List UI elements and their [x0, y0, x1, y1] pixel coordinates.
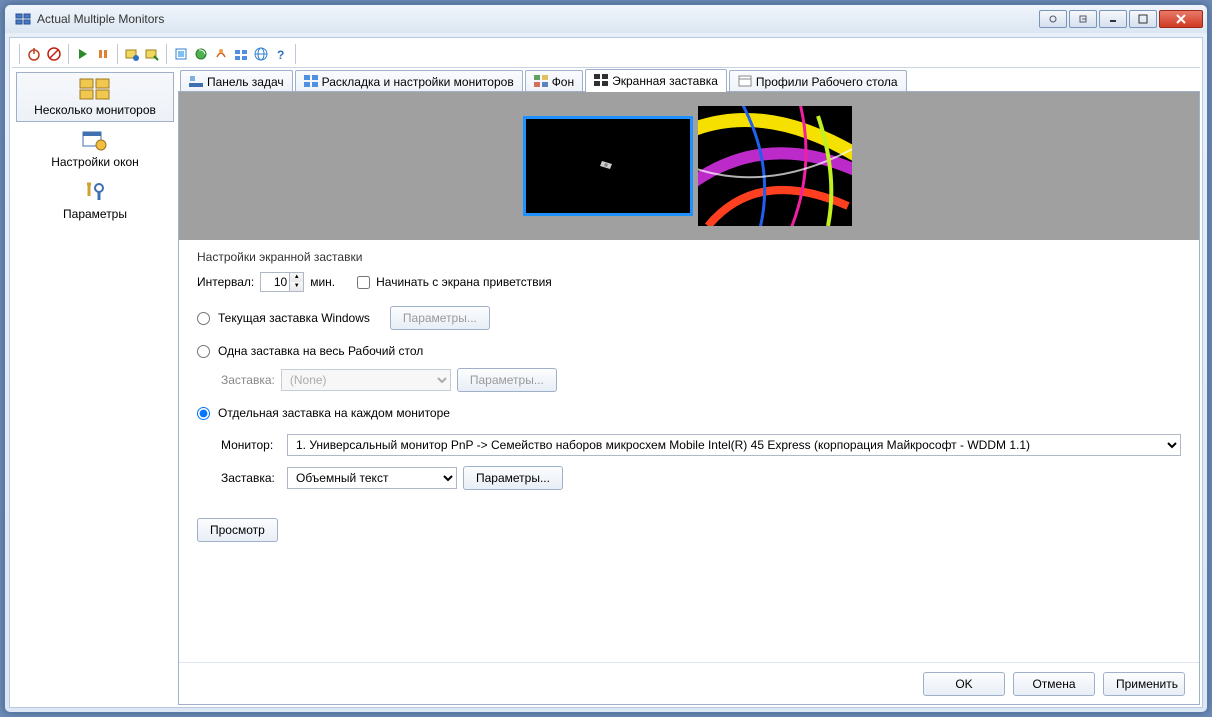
- windows-icon: [79, 129, 111, 153]
- dialog-buttons: OK Отмена Применить: [179, 662, 1199, 704]
- tab-screensaver[interactable]: Экранная заставка: [585, 69, 727, 92]
- tab-label: Экранная заставка: [612, 74, 718, 88]
- tab-background[interactable]: Фон: [525, 70, 583, 92]
- window-body: ? Несколько мониторов Настройки окон Пар…: [9, 37, 1203, 708]
- preview-button[interactable]: Просмотр: [197, 518, 278, 542]
- close-button[interactable]: [1159, 10, 1203, 28]
- tab-content: Настройки экранной заставки Интервал: ▲▼…: [178, 91, 1200, 705]
- power-icon[interactable]: [25, 45, 43, 63]
- welcome-label: Начинать с экрана приветствия: [376, 275, 552, 289]
- monitor-preview-2[interactable]: [698, 106, 852, 226]
- group-label: Настройки экранной заставки: [197, 250, 1181, 264]
- monitor-row: Монитор: 1. Универсальный монитор PnP ->…: [221, 434, 1181, 456]
- window-title: Actual Multiple Monitors: [37, 12, 1037, 26]
- app-window: Actual Multiple Monitors ?: [4, 4, 1208, 713]
- tab-profiles[interactable]: Профили Рабочего стола: [729, 70, 907, 92]
- maximize-button[interactable]: [1129, 10, 1157, 28]
- radio-single[interactable]: [197, 345, 210, 358]
- profiles-icon: [738, 75, 752, 89]
- nav-window-settings[interactable]: Настройки окон: [16, 124, 174, 174]
- radio-current[interactable]: [197, 312, 210, 325]
- per-monitor-saver-select[interactable]: Объемный текст: [287, 467, 457, 489]
- tools-icon: [79, 181, 111, 205]
- window-controls: [1037, 10, 1203, 28]
- layout-icon: [304, 75, 318, 89]
- tool-icon-2[interactable]: [143, 45, 161, 63]
- radio-per-monitor-label: Отдельная заставка на каждом мониторе: [218, 406, 450, 420]
- tool-icon-4[interactable]: [192, 45, 210, 63]
- screensaver-icon: [594, 74, 608, 88]
- params-button-single[interactable]: Параметры...: [457, 368, 557, 392]
- single-saver-row: Заставка: (None) Параметры...: [221, 368, 1181, 392]
- tab-label: Раскладка и настройки мониторов: [322, 75, 514, 89]
- nav-options[interactable]: Параметры: [16, 176, 174, 226]
- apply-button[interactable]: Применить: [1103, 672, 1185, 696]
- saver-label-disabled: Заставка:: [221, 373, 275, 387]
- single-saver-select[interactable]: (None): [281, 369, 451, 391]
- app-icon: [15, 11, 31, 27]
- tab-layout[interactable]: Раскладка и настройки мониторов: [295, 70, 523, 92]
- left-nav: Несколько мониторов Настройки окон Парам…: [12, 68, 178, 705]
- minimize-button[interactable]: [1099, 10, 1127, 28]
- interval-label: Интервал:: [197, 275, 254, 289]
- settings-panel: Настройки экранной заставки Интервал: ▲▼…: [179, 240, 1199, 662]
- background-icon: [534, 75, 548, 89]
- nav-label: Параметры: [63, 207, 127, 221]
- nav-label: Настройки окон: [51, 155, 139, 169]
- titlebar[interactable]: Actual Multiple Monitors: [5, 5, 1207, 33]
- cancel-button[interactable]: Отмена: [1013, 672, 1095, 696]
- main-area: Несколько мониторов Настройки окон Парам…: [12, 68, 1200, 705]
- tab-label: Фон: [552, 75, 574, 89]
- extra-button-2[interactable]: [1069, 10, 1097, 28]
- tab-label: Панель задач: [207, 75, 284, 89]
- content-area: Панель задач Раскладка и настройки монит…: [178, 68, 1200, 705]
- monitors-icon: [79, 77, 111, 101]
- radio-current-row: Текущая заставка Windows Параметры...: [197, 306, 1181, 330]
- svg-text:?: ?: [277, 48, 284, 61]
- tool-icon-1[interactable]: [123, 45, 141, 63]
- play-icon[interactable]: [74, 45, 92, 63]
- interval-row: Интервал: ▲▼ мин. Начинать с экрана прив…: [197, 272, 1181, 292]
- tool-icon-5[interactable]: [212, 45, 230, 63]
- interval-spinner[interactable]: ▲▼: [290, 272, 304, 292]
- extra-button-1[interactable]: [1039, 10, 1067, 28]
- monitor-preview-1[interactable]: [526, 119, 690, 213]
- radio-current-label: Текущая заставка Windows: [218, 311, 370, 325]
- interval-unit: мин.: [310, 275, 335, 289]
- nav-multiple-monitors[interactable]: Несколько мониторов: [16, 72, 174, 122]
- tool-icon-6[interactable]: [232, 45, 250, 63]
- ok-button[interactable]: OK: [923, 672, 1005, 696]
- help-icon[interactable]: ?: [272, 45, 290, 63]
- params-button-current[interactable]: Параметры...: [390, 306, 490, 330]
- monitor-preview-strip: [179, 92, 1199, 240]
- tab-bar: Панель задач Раскладка и настройки монит…: [178, 68, 1200, 92]
- saver-label: Заставка:: [221, 471, 281, 485]
- globe-icon[interactable]: [252, 45, 270, 63]
- taskbar-icon: [189, 75, 203, 89]
- monitor-select[interactable]: 1. Универсальный монитор PnP -> Семейств…: [287, 434, 1181, 456]
- tab-taskbar[interactable]: Панель задач: [180, 70, 293, 92]
- radio-single-row: Одна заставка на весь Рабочий стол: [197, 344, 1181, 358]
- radio-single-label: Одна заставка на весь Рабочий стол: [218, 344, 423, 358]
- radio-per-monitor-row: Отдельная заставка на каждом мониторе: [197, 406, 1181, 420]
- toolbar: ?: [12, 40, 1200, 68]
- stop-icon[interactable]: [45, 45, 63, 63]
- welcome-checkbox[interactable]: [357, 276, 370, 289]
- interval-input[interactable]: [260, 272, 290, 292]
- radio-per-monitor[interactable]: [197, 407, 210, 420]
- params-button-per-monitor[interactable]: Параметры...: [463, 466, 563, 490]
- tool-icon-3[interactable]: [172, 45, 190, 63]
- tab-label: Профили Рабочего стола: [756, 75, 898, 89]
- pause-icon[interactable]: [94, 45, 112, 63]
- per-monitor-saver-row: Заставка: Объемный текст Параметры...: [221, 466, 1181, 490]
- nav-label: Несколько мониторов: [34, 103, 156, 117]
- monitor-label: Монитор:: [221, 438, 281, 452]
